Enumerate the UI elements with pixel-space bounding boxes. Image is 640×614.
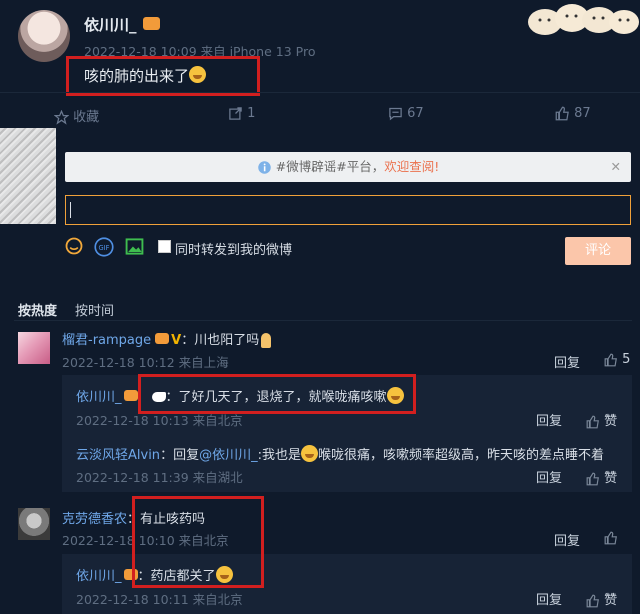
comment-avatar[interactable] [18, 332, 50, 364]
decorative-blobs-icon [528, 4, 639, 35]
repost-checkbox[interactable] [158, 240, 171, 253]
comment-input[interactable] [65, 195, 631, 225]
vip-crown-icon [123, 390, 138, 401]
post-author-name[interactable]: 依川川_ [84, 16, 137, 34]
comment-1: 榴君-rampage V：川也阳了吗 [62, 329, 272, 348]
verified-v-icon: V [171, 333, 182, 348]
reply-mention[interactable]: @依川川_ [199, 448, 258, 463]
like-button[interactable]: 赞 [604, 530, 618, 545]
svg-text:GIF: GIF [99, 244, 110, 252]
repost-button[interactable]: 1 [228, 106, 255, 121]
text-caret [70, 202, 71, 218]
reply-prefix: ：回复 [160, 448, 200, 463]
favorite-label: 收藏 [73, 110, 100, 125]
comment-button[interactable]: 67 [388, 106, 424, 121]
gif-icon[interactable]: GIF [94, 237, 114, 257]
reply-user[interactable]: 依川川_ [76, 569, 122, 584]
reply-button[interactable]: 回复 [554, 352, 580, 371]
reply-button[interactable]: 回复 [536, 467, 562, 486]
like-button[interactable]: 赞 [586, 410, 617, 429]
reply-2: 云淡风轻Alvin：回复@依川川_:我也是 喉咙很痛，咳嗽频率超级高，昨天咳的差点… [76, 444, 604, 464]
like-label: 赞 [604, 414, 618, 429]
comment-icon [389, 107, 402, 121]
comment-user[interactable]: 克劳德香农 [62, 512, 127, 527]
user-avatar-blurred [0, 128, 56, 224]
reply-meta: 2022-12-18 11:39 来自湖北 [76, 470, 243, 485]
sort-by-hot[interactable]: 按热度 [18, 304, 57, 319]
like-button[interactable]: 87 [555, 106, 591, 121]
like-count: 5 [622, 352, 631, 367]
like-count: 87 [574, 106, 591, 121]
comment-count: 67 [407, 106, 424, 121]
submit-comment-button[interactable]: 评论 [565, 237, 631, 265]
notice-link[interactable]: 欢迎查阅! [384, 159, 439, 174]
info-icon [258, 161, 271, 174]
thumbs-up-icon [555, 106, 569, 121]
thumbs-up-icon [604, 353, 617, 366]
like-button[interactable]: 赞 [586, 467, 617, 486]
reply-text: :我也是 [257, 448, 301, 463]
like-label: 赞 [604, 593, 618, 608]
thumbs-up-icon [586, 594, 599, 607]
vip-crown-icon [142, 17, 160, 30]
highlight-box-thread [132, 496, 264, 588]
emoji-icon[interactable] [65, 237, 83, 255]
comment-meta: 2022-12-18 10:12 来自上海 [62, 355, 229, 370]
repost-checkbox-label: 同时转发到我的微博 [175, 243, 293, 258]
action-bar: 收藏 1 67 87 [0, 92, 640, 135]
comment-avatar[interactable] [18, 508, 50, 540]
reply-button[interactable]: 回复 [536, 589, 562, 608]
thumbs-up-icon [586, 472, 599, 485]
comment-user[interactable]: 榴君-rampage [62, 333, 151, 348]
highlight-box-post [66, 56, 260, 96]
sort-by-time[interactable]: 按时间 [75, 304, 114, 319]
highlight-box-reply [138, 374, 416, 414]
reply-button[interactable]: 回复 [536, 410, 562, 429]
notice-banner: #微博辟谣#平台，欢迎查阅! ✕ [65, 152, 631, 182]
sort-tabs: 按热度 按时间 [18, 300, 114, 319]
vip-crown-icon [155, 333, 170, 344]
reply-button[interactable]: 回复 [554, 530, 580, 549]
divider [14, 320, 632, 321]
crying-emoji-icon [300, 445, 318, 462]
close-icon[interactable]: ✕ [611, 152, 621, 182]
repost-count: 1 [247, 106, 256, 121]
comment-text: ：川也阳了吗 [181, 333, 260, 348]
author-avatar[interactable] [18, 10, 70, 62]
reply-user[interactable]: 云淡风轻Alvin [76, 448, 160, 463]
person-emoji-icon [261, 333, 272, 348]
thumbs-up-icon [604, 531, 617, 544]
favorite-button[interactable]: 收藏 [54, 106, 99, 125]
like-button[interactable]: 赞 [586, 589, 617, 608]
reply-user[interactable]: 依川川_ [76, 390, 122, 405]
thumbs-up-icon [586, 415, 599, 428]
notice-text: #微博辟谣#平台， [275, 159, 385, 174]
post-author[interactable]: 依川川_ [84, 14, 160, 35]
image-icon[interactable] [125, 237, 144, 256]
reply-text-continued: 喉咙很痛，咳嗽频率超级高，昨天咳的差点睡不着 [317, 448, 604, 463]
like-button[interactable]: 5 [604, 352, 630, 367]
like-label: 赞 [604, 471, 618, 486]
reply-meta: 2022-12-18 10:11 来自北京 [76, 592, 243, 607]
repost-icon [229, 107, 242, 120]
star-icon [54, 110, 69, 125]
